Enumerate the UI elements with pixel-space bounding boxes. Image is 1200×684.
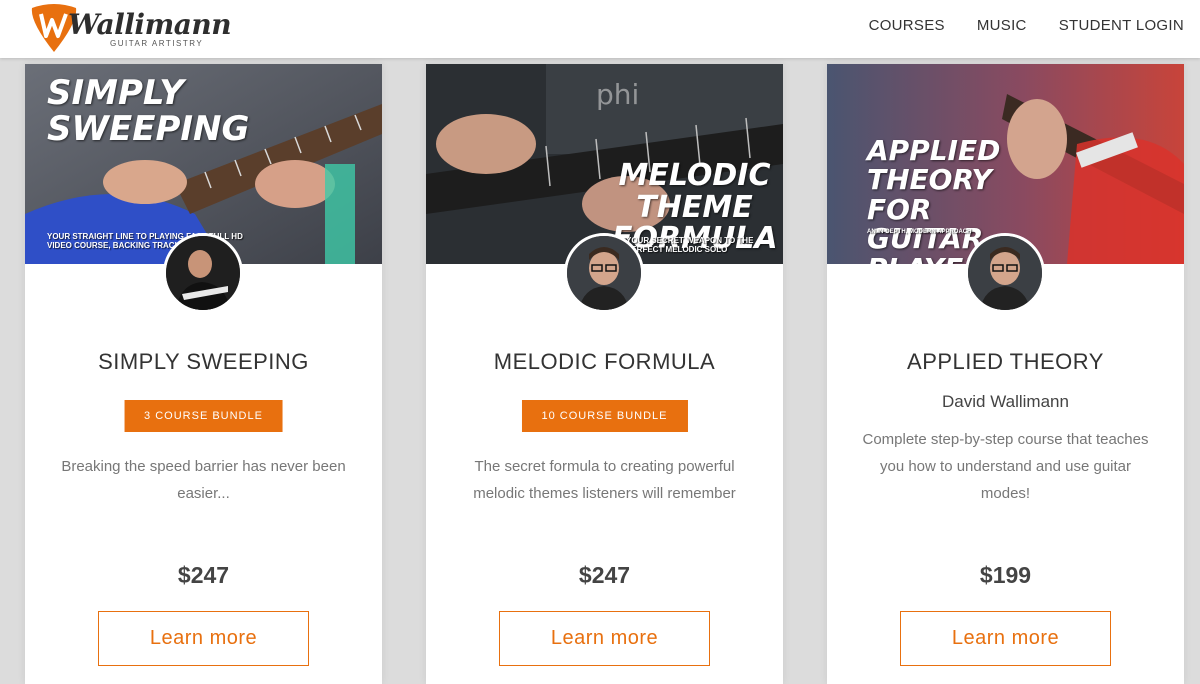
course-card-simply-sweeping: SIMPLY SWEEPING YOUR STRAIGHT LINE TO PL…	[25, 64, 382, 684]
banner-title: SIMPLY SWEEPING	[47, 73, 250, 149]
avatar-image	[968, 236, 1042, 310]
bundle-badge: 10 COURSE BUNDLE	[521, 400, 688, 432]
bundle-badge: 3 COURSE BUNDLE	[124, 400, 283, 432]
instructor-avatar	[163, 233, 243, 313]
main-nav: COURSES MUSIC STUDENT LOGIN	[869, 17, 1184, 34]
banner-subtitle: YOUR SECRET WEAPON TO THE PERFECT MELODI…	[626, 236, 754, 254]
course-price: $247	[177, 562, 230, 588]
course-description: Complete step-by-step course that teache…	[862, 431, 1149, 502]
course-price: $199	[979, 562, 1032, 588]
course-title: SIMPLY SWEEPING	[98, 349, 309, 374]
avatar-image	[567, 236, 641, 310]
learn-more-button[interactable]: Learn more	[900, 611, 1111, 666]
course-card-applied-theory: APPLIED THEORY FOR GUITAR PLAYERS AN IN-…	[827, 64, 1184, 684]
course-card-melodic-formula: phi MELODIC THEME FORMULA YOUR SECRET WE…	[426, 64, 783, 684]
course-title: MELODIC FORMULA	[493, 349, 716, 374]
svg-text:phi: phi	[596, 78, 639, 111]
nav-student-login[interactable]: STUDENT LOGIN	[1059, 17, 1184, 34]
course-author: David Wallimann	[942, 392, 1069, 411]
course-title: APPLIED THEORY	[907, 349, 1104, 374]
course-description: Breaking the speed barrier has never bee…	[61, 458, 346, 502]
course-price: $247	[578, 562, 631, 588]
nav-courses[interactable]: COURSES	[869, 17, 945, 34]
site-logo[interactable]: Wallimann GUITAR ARTISTRY	[28, 2, 232, 54]
learn-more-button[interactable]: Learn more	[499, 611, 710, 666]
learn-more-button[interactable]: Learn more	[98, 611, 309, 666]
avatar-image	[166, 236, 240, 310]
nav-music[interactable]: MUSIC	[977, 17, 1027, 34]
course-description: The secret formula to creating powerful …	[473, 458, 736, 502]
instructor-avatar	[564, 233, 644, 313]
site-header: Wallimann GUITAR ARTISTRY COURSES MUSIC …	[0, 0, 1200, 58]
logo-tagline: GUITAR ARTISTRY	[110, 39, 204, 48]
logo-wordmark: Wallimann	[68, 8, 232, 41]
instructor-avatar	[965, 233, 1045, 313]
